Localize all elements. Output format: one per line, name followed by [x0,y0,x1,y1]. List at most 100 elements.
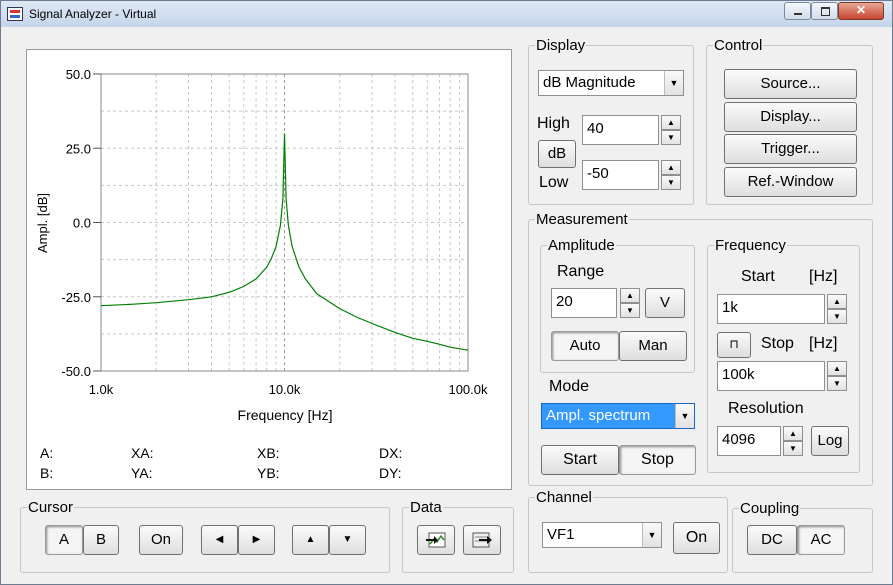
log-button[interactable]: Log [811,426,849,456]
frequency-legend: Frequency [715,237,786,254]
stop-freq-spinner[interactable]: ▲ ▼ [827,361,847,391]
cursor-left-button[interactable]: ◀ [201,525,238,555]
x-axis-label: Frequency [Hz] [238,407,333,423]
x-tick-label: 100.0k [448,382,488,397]
channel-select[interactable]: VF1 ▼ [542,522,662,548]
manual-range-button[interactable]: Man [619,331,687,361]
dx-readout: DX: [379,445,403,461]
cursor-right-button[interactable]: ▶ [238,525,275,555]
triangle-right-icon: ▶ [252,534,261,545]
down-arrow-icon[interactable]: ▼ [827,309,847,324]
y-axis-label: Ampl. [dB] [35,193,50,253]
export-chart-icon [426,532,446,548]
spectrum-chart[interactable]: 50.0 25.0 0.0 -25.0 -50.0 1.0k 10.0k 100.0k Am… [27,50,511,489]
cursor-a-button[interactable]: A [45,525,83,555]
up-arrow-icon[interactable]: ▲ [783,426,803,441]
resolution-label: Resolution [728,400,804,417]
chevron-down-icon[interactable]: ▼ [642,523,661,547]
up-arrow-icon[interactable]: ▲ [661,160,681,175]
triangle-down-icon: ▼ [342,534,353,545]
x-tick-label: 1.0k [89,382,114,397]
span-toggle-button[interactable]: ⊓ [717,332,751,358]
channel-value: VF1 [547,526,575,543]
range-label: Range [557,263,605,280]
display-legend: Display [536,37,586,54]
cursor-down-button[interactable]: ▼ [329,525,366,555]
coupling-legend: Coupling [740,500,800,517]
close-button[interactable] [838,2,884,20]
title-bar[interactable]: Signal Analyzer - Virtual [1,1,892,27]
maximize-button[interactable] [811,2,838,20]
y-tick-label: 50.0 [66,67,91,82]
control-legend: Control [714,37,763,54]
minimize-button[interactable] [784,2,811,20]
cursor-a-readout: A: [40,445,54,461]
up-arrow-icon[interactable]: ▲ [620,288,640,303]
db-unit-button[interactable]: dB [538,140,576,168]
export-data-icon [472,532,492,548]
volt-unit-button[interactable]: V [645,288,685,318]
chevron-down-icon[interactable]: ▼ [664,71,683,95]
y-tick-label: 25.0 [66,141,91,156]
start-freq-spinner[interactable]: ▲ ▼ [827,294,847,324]
export-chart-button[interactable] [417,525,455,555]
auto-range-button[interactable]: Auto [551,331,619,361]
trigger-button[interactable]: Trigger... [724,134,857,164]
range-input[interactable]: 20 [551,288,617,318]
chevron-down-icon[interactable]: ▼ [675,404,694,428]
up-arrow-icon[interactable]: ▲ [827,294,847,309]
dy-readout: DY: [379,465,402,481]
stop-freq-label: Stop [761,335,794,352]
down-arrow-icon[interactable]: ▼ [827,376,847,391]
mode-label: Mode [549,378,590,395]
up-arrow-icon[interactable]: ▲ [661,115,681,130]
export-data-button[interactable] [463,525,501,555]
source-button[interactable]: Source... [724,69,857,99]
resolution-spinner[interactable]: ▲ ▼ [783,426,803,456]
start-freq-input[interactable]: 1k [717,294,825,324]
app-icon [7,7,23,21]
stop-button[interactable]: Stop [619,445,696,475]
down-arrow-icon[interactable]: ▼ [661,175,681,190]
down-arrow-icon[interactable]: ▼ [783,441,803,456]
bracket-icon: ⊓ [729,337,739,351]
range-spinner[interactable]: ▲ ▼ [620,288,640,318]
up-arrow-icon[interactable]: ▲ [827,361,847,376]
display-mode-value: dB Magnitude [543,74,636,91]
triangle-left-icon: ◀ [215,534,224,545]
mode-select[interactable]: Ampl. spectrum ▼ [541,403,695,429]
cursor-b-button[interactable]: B [83,525,119,555]
high-label: High [537,115,570,132]
cursor-legend: Cursor [28,499,74,516]
cursor-on-button[interactable]: On [139,525,183,555]
high-spinner[interactable]: ▲ ▼ [661,115,681,145]
down-arrow-icon[interactable]: ▼ [620,303,640,318]
down-arrow-icon[interactable]: ▼ [661,130,681,145]
measurement-legend: Measurement [536,211,628,228]
xa-readout: XA: [131,445,154,461]
analyzer-window: Signal Analyzer - Virtual 50.0 25.0 0.0 -25… [0,0,893,585]
ac-coupling-button[interactable]: AC [797,525,845,555]
stop-freq-unit: [Hz] [809,335,838,352]
triangle-up-icon: ▲ [305,534,316,545]
stop-freq-input[interactable]: 100k [717,361,825,391]
cursor-up-button[interactable]: ▲ [292,525,329,555]
dc-coupling-button[interactable]: DC [747,525,797,555]
start-button[interactable]: Start [541,445,619,475]
high-input[interactable]: 40 [582,115,659,145]
ref-window-button[interactable]: Ref.-Window [724,167,857,197]
cursor-b-readout: B: [40,465,54,481]
window-title: Signal Analyzer - Virtual [29,7,157,21]
display-mode-select[interactable]: dB Magnitude ▼ [538,70,684,96]
low-spinner[interactable]: ▲ ▼ [661,160,681,190]
resolution-input[interactable]: 4096 [717,426,781,456]
channel-on-button[interactable]: On [673,522,720,554]
yb-readout: YB: [257,465,280,481]
start-freq-unit: [Hz] [809,268,838,285]
display-settings-button[interactable]: Display... [724,102,857,132]
plot-panel: 50.0 25.0 0.0 -25.0 -50.0 1.0k 10.0k 100.0k Am… [26,49,512,490]
channel-legend: Channel [536,489,592,506]
low-input[interactable]: -50 [582,160,659,190]
y-tick-label: -25.0 [61,290,91,305]
y-tick-label: 0.0 [73,216,91,231]
